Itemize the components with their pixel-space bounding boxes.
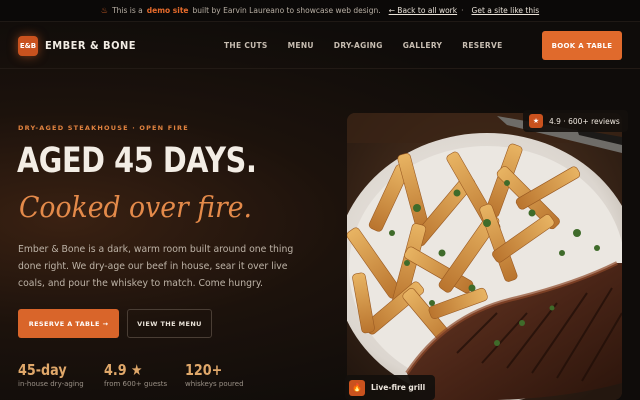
nav-links: THE CUTS MENU DRY-AGING GALLERY RESERVE [224, 41, 503, 50]
nav-item-the-cuts[interactable]: THE CUTS [224, 41, 268, 50]
nav-item-menu[interactable]: MENU [288, 41, 314, 50]
banner-prefix: This is a [112, 6, 143, 15]
hero-body: Ember & Bone is a dark, warm room built … [18, 244, 294, 289]
nav-item-gallery[interactable]: GALLERY [403, 41, 443, 50]
stat-whiskeys: 120+ whiskeys poured [185, 361, 244, 388]
back-to-work-link[interactable]: ← Back to all work [389, 6, 457, 15]
stat-label: in-house dry-aging [18, 380, 84, 388]
star-icon: ★ [131, 361, 143, 379]
hero-eyebrow: DRY-AGED STEAKHOUSE · OPEN FIRE [18, 124, 189, 132]
stat-label: whiskeys poured [185, 380, 244, 388]
demo-banner: ♨ This is a demo site built by Earvin La… [0, 0, 640, 22]
logo-badge[interactable]: E&B [18, 36, 38, 56]
rating-value: 4.9 [104, 361, 127, 379]
fire-icon: 🔥 [349, 379, 365, 396]
book-table-button[interactable]: BOOK A TABLE [542, 31, 622, 60]
stat-rating: 4.9 ★ from 600+ guests [104, 361, 167, 388]
stat-number: 4.9 ★ [104, 361, 158, 379]
stat-dry-aging: 45-day in-house dry-aging [18, 361, 84, 388]
star-icon: ★ [529, 114, 543, 128]
flame-icon: ♨ [100, 6, 109, 15]
hero-script-tagline: Cooked over fire. [19, 190, 253, 224]
view-menu-button[interactable]: VIEW THE MENU [127, 309, 212, 338]
nav-item-reserve[interactable]: RESERVE [462, 41, 502, 50]
reserve-table-button[interactable]: RESERVE A TABLE → [18, 309, 119, 338]
nav-item-dry-aging[interactable]: DRY-AGING [334, 41, 383, 50]
banner-demo-link[interactable]: demo site [147, 6, 189, 15]
stat-number: 120+ [185, 361, 223, 379]
stat-label: from 600+ guests [104, 380, 168, 388]
page: ♨ This is a demo site built by Earvin La… [0, 0, 640, 400]
rating-text: 4.9 · 600+ reviews [549, 116, 620, 126]
banner-separator: · [461, 6, 464, 15]
steak-and-fries-image [347, 113, 622, 400]
live-fire-badge: 🔥 Live-fire grill [345, 375, 436, 400]
get-site-link[interactable]: Get a site like this [472, 6, 540, 15]
live-fire-text: Live-fire grill [371, 383, 426, 392]
stat-number: 45-day [18, 361, 67, 379]
hero-headline: AGED 45 DAYS. [17, 141, 257, 181]
brand-name[interactable]: EMBER & BONE [45, 39, 136, 52]
rating-badge: ★ 4.9 · 600+ reviews [523, 110, 628, 132]
banner-suffix: built by Earvin Laureano to showcase web… [192, 6, 381, 15]
hero-food-photo [347, 113, 622, 400]
